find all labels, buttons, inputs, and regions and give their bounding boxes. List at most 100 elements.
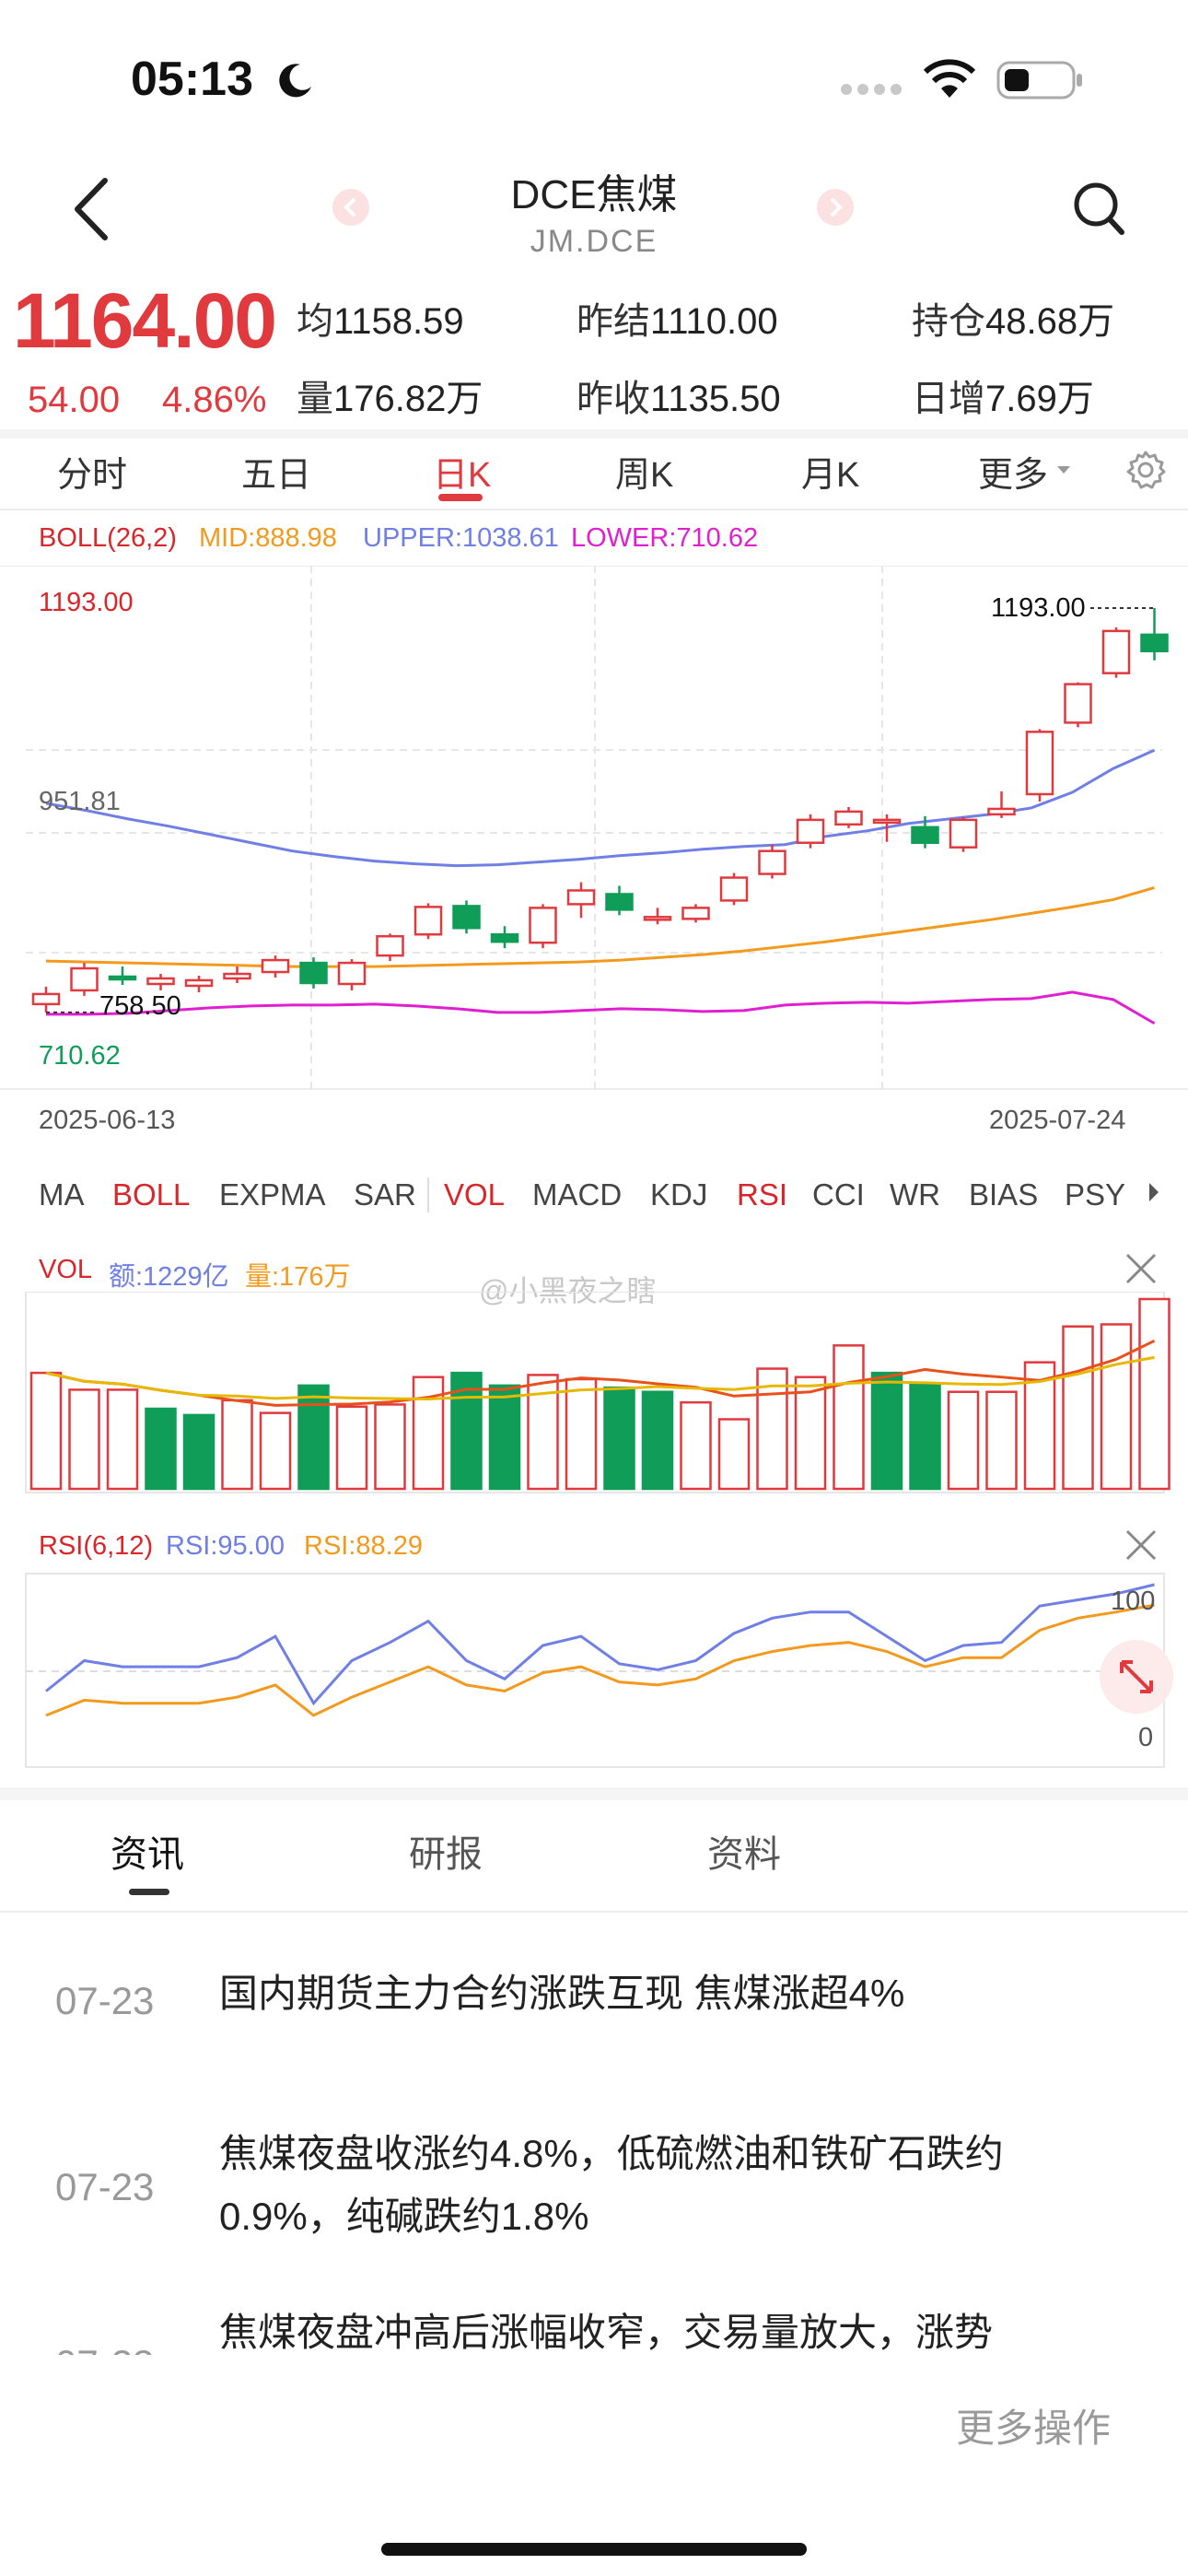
rsi12-line: [45, 1603, 1155, 1717]
volume-bar: [1100, 1323, 1133, 1491]
rsi-top-label: 100: [1111, 1587, 1156, 1616]
news-title: 0.9%，纯碱跌约1.8%: [219, 2195, 589, 2238]
volume-bar: [221, 1399, 253, 1491]
y-mid-label: 951.81: [39, 787, 121, 816]
stat-prev-close: 昨收1135.50: [577, 379, 781, 419]
ind-tab-expma[interactable]: EXPMA: [219, 1177, 326, 1212]
candle-body: [643, 916, 672, 921]
ind-tab-ma[interactable]: MA: [39, 1177, 85, 1212]
ind-tab-wr[interactable]: WR: [890, 1177, 940, 1212]
volume-bar: [680, 1400, 712, 1491]
ind-tab-vol[interactable]: VOL: [444, 1177, 505, 1212]
close-rsi-icon[interactable]: [1124, 1528, 1159, 1563]
news-tab-indicator: [129, 1889, 169, 1895]
ind-tab-cci[interactable]: CCI: [812, 1177, 865, 1212]
close-vol-icon[interactable]: [1124, 1251, 1159, 1286]
volume-bar: [1062, 1325, 1094, 1491]
search-icon[interactable]: [1072, 181, 1127, 238]
candle: [681, 904, 710, 923]
ind-tab-sar[interactable]: SAR: [354, 1177, 416, 1212]
boll-lower-line: [46, 990, 1156, 1025]
page-title: DCE焦煤: [510, 172, 678, 217]
candle-body: [987, 807, 1016, 816]
candle-body: [146, 977, 175, 986]
news-tab-research[interactable]: 研报: [409, 1824, 483, 1878]
candle-body: [605, 893, 634, 911]
price-change-pct: 4.86%: [162, 380, 267, 420]
news-item[interactable]: 07-23 焦煤夜盘冲高后涨幅收窄，交易量放大，涨势: [0, 2301, 1188, 2357]
volume-bar: [641, 1390, 674, 1491]
candle-body: [413, 906, 443, 936]
news-item[interactable]: 07-23 国内期货主力合约涨跌互现 焦煤涨超4%: [0, 1962, 1188, 2055]
candle-body: [70, 966, 99, 992]
stat-avg: 均1158.59: [297, 301, 464, 342]
candle-body: [108, 975, 137, 981]
rsi-chart: [25, 1573, 1165, 1768]
price-change: 54.00: [28, 380, 121, 420]
tab-weekly-k[interactable]: 周K: [615, 446, 673, 497]
volume-bar: [565, 1377, 598, 1491]
volume-bar: [29, 1371, 63, 1491]
next-contract-icon[interactable]: [816, 188, 855, 227]
tab-five-day[interactable]: 五日: [241, 446, 311, 497]
scroll-right-icon[interactable]: [1147, 1181, 1160, 1203]
active-tab-indicator: [438, 494, 483, 501]
news-tab-info[interactable]: 资讯: [111, 1824, 184, 1878]
candle: [31, 986, 61, 1013]
candle: [1064, 682, 1092, 728]
candle: [987, 791, 1016, 818]
vol-volume: 量:176万: [245, 1262, 351, 1292]
rsi-value-1: RSI:95.00: [166, 1531, 285, 1561]
ind-tab-boll[interactable]: BOLL: [112, 1177, 190, 1212]
candle: [337, 959, 367, 990]
stat-volume: 量176.82万: [297, 379, 483, 419]
rsi6-line: [45, 1583, 1155, 1706]
settings-gear-icon[interactable]: [1125, 450, 1166, 490]
candle-body: [261, 958, 290, 974]
ind-tab-macd[interactable]: MACD: [532, 1177, 622, 1212]
candle: [452, 900, 481, 934]
y-high-label: 1193.00: [39, 588, 134, 617]
candle: [643, 907, 672, 925]
candle-body: [223, 972, 251, 980]
tab-daily-k[interactable]: 日K: [433, 446, 491, 497]
rsi-label: RSI(6,12): [39, 1531, 154, 1561]
battery-icon: [996, 61, 1082, 100]
ind-tab-kdj[interactable]: KDJ: [650, 1177, 707, 1212]
candle: [108, 966, 137, 985]
candle-body: [681, 907, 710, 920]
expand-icon[interactable]: [1100, 1640, 1173, 1714]
news-tab-profile[interactable]: 资料: [707, 1824, 781, 1878]
ind-tab-psy[interactable]: PSY: [1065, 1177, 1125, 1212]
peak-annotation: 1193.00: [991, 593, 1086, 623]
vol-amount: 额:1229亿: [109, 1262, 229, 1292]
volume-chart: [25, 1292, 1171, 1493]
boll-mid-line: [45, 886, 1155, 968]
news-item[interactable]: 07-23 焦煤夜盘收涨约4.8%，低硫燃油和铁矿石跌约 0.9%，纯碱跌约1.…: [0, 2123, 1188, 2252]
indicator-divider: [427, 1177, 429, 1212]
volume-bar: [717, 1418, 751, 1491]
volume-bar: [488, 1384, 521, 1491]
tab-monthly-k[interactable]: 月K: [801, 446, 859, 497]
ind-tab-bias[interactable]: BIAS: [969, 1177, 1038, 1212]
boll-label: BOLL(26,2): [39, 523, 177, 553]
candle: [1101, 626, 1131, 678]
date-end: 2025-07-24: [989, 1106, 1126, 1135]
ind-tab-rsi[interactable]: RSI: [737, 1177, 787, 1212]
volume-bar: [985, 1390, 1018, 1491]
candle: [719, 872, 749, 906]
candle: [605, 885, 634, 916]
vol-label: VOL: [39, 1255, 93, 1284]
volume-bar: [794, 1376, 827, 1491]
volume-bar: [68, 1388, 100, 1491]
more-actions-button[interactable]: 更多操作: [956, 2397, 1111, 2453]
candle-body: [758, 849, 786, 875]
volume-bar: [603, 1386, 635, 1491]
candle: [413, 903, 443, 940]
tab-intraday[interactable]: 分时: [57, 446, 127, 497]
candle-body: [872, 818, 902, 825]
dropdown-caret-icon: [1057, 466, 1070, 474]
tab-more[interactable]: 更多: [978, 446, 1048, 497]
volume-bar: [297, 1384, 330, 1491]
status-time: 05:13: [131, 53, 253, 106]
